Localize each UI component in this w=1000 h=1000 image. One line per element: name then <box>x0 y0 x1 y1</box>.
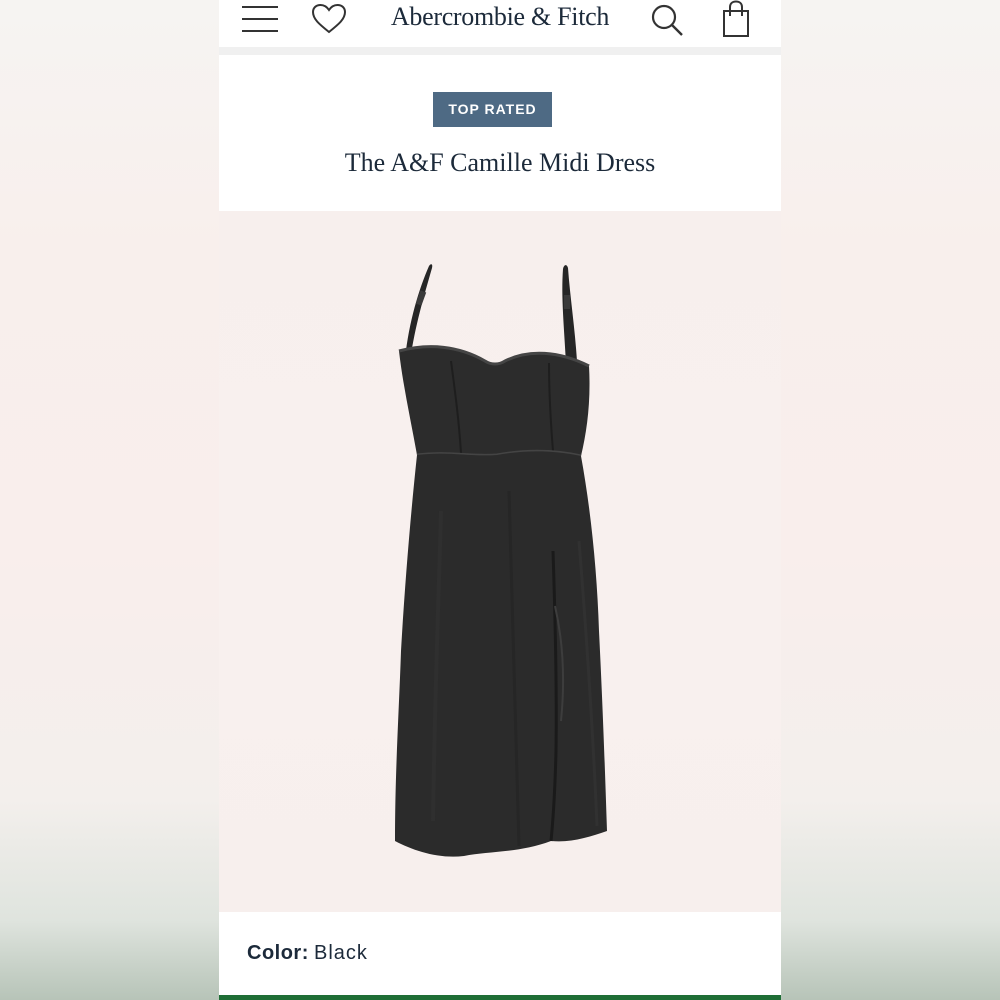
dress-image <box>395 264 607 857</box>
color-label: Color: <box>247 942 309 964</box>
color-selector: Color: Black <box>219 912 781 996</box>
product-header: TOP RATED The A&F Camille Midi Dress <box>219 63 781 211</box>
bag-icon[interactable] <box>719 0 753 38</box>
backdrop-right <box>781 0 1000 1000</box>
bottom-bar <box>219 995 781 1000</box>
phone-screen: Abercrombie & Fitch TOP RATED The A&F Ca… <box>219 0 781 1000</box>
product-title: The A&F Camille Midi Dress <box>344 148 656 177</box>
heart-icon[interactable] <box>311 3 347 35</box>
brand-logo[interactable]: Abercrombie & Fitch <box>385 0 615 34</box>
top-rated-badge: TOP RATED <box>433 92 552 127</box>
search-icon[interactable] <box>649 2 685 38</box>
menu-icon[interactable] <box>241 5 279 33</box>
product-image[interactable] <box>219 211 781 912</box>
color-value: Black <box>314 942 368 964</box>
top-nav: Abercrombie & Fitch <box>219 0 781 55</box>
backdrop-left <box>0 0 219 1000</box>
